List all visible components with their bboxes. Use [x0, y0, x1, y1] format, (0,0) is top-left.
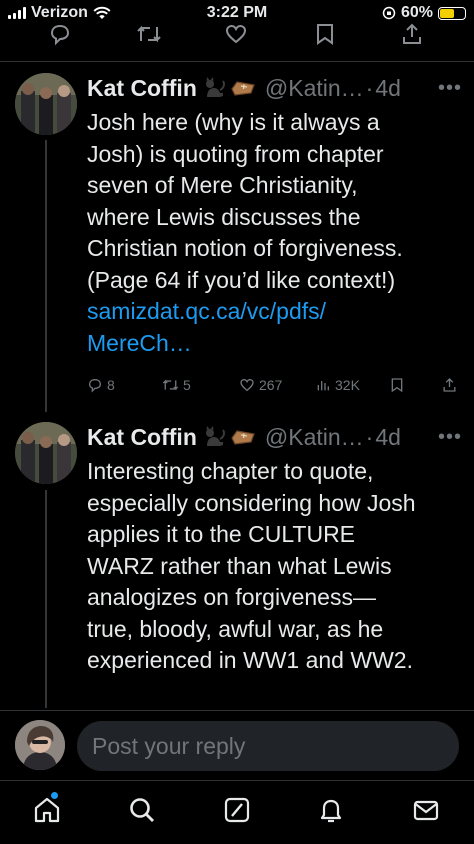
like-button[interactable]: 267 — [239, 377, 282, 393]
handle[interactable]: @Katin… — [265, 75, 364, 102]
tweet-text: Josh here (why is it always a Josh) is q… — [87, 107, 459, 359]
separator: · — [365, 423, 374, 450]
black-cat-icon — [205, 77, 225, 97]
reply-button[interactable]: 8 — [87, 377, 115, 393]
text-line: true, bloody, awful war, as he — [87, 615, 384, 642]
repost-button[interactable]: 5 — [162, 377, 191, 393]
text-line: applies it to the CULTURE — [87, 521, 356, 547]
battery-icon — [438, 6, 466, 20]
share-button[interactable] — [442, 377, 457, 393]
views-icon — [317, 381, 329, 391]
repost-icon — [162, 379, 179, 391]
text-line: analogizes on forgiveness— — [87, 584, 376, 610]
coffin-icon — [231, 430, 255, 445]
text-line: especially considering how Josh — [87, 489, 416, 516]
tweet-header: Kat Coffin @Katin… · 4d ••• — [87, 422, 462, 452]
tab-notifications[interactable] — [311, 795, 351, 829]
display-name[interactable]: Kat Coffin — [87, 424, 197, 451]
bookmark-icon — [391, 378, 403, 393]
like-icon[interactable] — [224, 22, 248, 51]
tweet-link[interactable]: samizdat.qc.ca/vc/pdfs/ MereCh… — [87, 296, 459, 359]
link-line[interactable]: MereCh… — [87, 328, 459, 360]
grok-icon — [224, 797, 250, 823]
like-icon — [240, 378, 254, 392]
text-line: where Lewis discusses the — [87, 203, 361, 230]
text-line: Christian notion of forgiveness. — [87, 235, 403, 261]
reply-input[interactable]: Post your reply — [77, 721, 459, 771]
like-count: 267 — [259, 377, 283, 393]
home-icon — [32, 792, 62, 829]
views-button[interactable]: 32K — [315, 377, 360, 393]
text-line: WARZ rather than what Lewis — [87, 552, 392, 579]
tab-search[interactable] — [122, 795, 162, 829]
name-emoji — [203, 76, 257, 100]
tweet-header: Kat Coffin @Katin… · 4d ••• — [87, 73, 462, 103]
reply-icon[interactable] — [48, 22, 72, 51]
display-name[interactable]: Kat Coffin — [87, 75, 197, 102]
link-line[interactable]: samizdat.qc.ca/vc/pdfs/ — [87, 296, 459, 328]
views-count: 32K — [335, 377, 360, 393]
handle[interactable]: @Katin… — [265, 424, 364, 451]
previous-tweet-actions — [0, 22, 474, 52]
share-icon — [443, 378, 456, 392]
thread-line — [45, 490, 47, 708]
notifications-icon — [320, 799, 342, 823]
text-line: Josh here (why is it always a — [87, 109, 380, 135]
divider — [0, 710, 474, 711]
text-line: seven of Mere Christianity, — [87, 172, 358, 198]
timestamp[interactable]: 4d — [375, 424, 401, 451]
more-icon[interactable]: ••• — [438, 426, 462, 449]
tweet-actions: 8 5 267 32K — [87, 377, 457, 399]
tab-home[interactable] — [27, 792, 67, 829]
bookmark-button[interactable] — [390, 377, 404, 393]
reply-icon — [88, 378, 102, 393]
divider — [0, 61, 474, 62]
reply-count: 8 — [107, 377, 115, 393]
repost-count: 5 — [183, 377, 191, 393]
bottom-tab-bar — [0, 780, 474, 844]
thread-line — [45, 140, 47, 412]
bookmark-icon[interactable] — [315, 22, 335, 51]
timestamp[interactable]: 4d — [375, 75, 401, 102]
text-line: Interesting chapter to quote, — [87, 458, 374, 484]
text-line: experienced in WW1 and WW2. — [87, 647, 413, 673]
share-icon[interactable] — [401, 22, 423, 51]
repost-icon[interactable] — [136, 22, 162, 51]
tab-grok[interactable] — [217, 795, 257, 829]
orientation-lock-icon — [382, 6, 396, 20]
my-avatar[interactable] — [15, 720, 65, 770]
black-cat-icon — [205, 426, 225, 446]
tweet-text: Interesting chapter to quote, especially… — [87, 456, 459, 677]
name-emoji — [203, 425, 257, 449]
more-icon[interactable]: ••• — [438, 77, 462, 100]
separator: · — [365, 74, 374, 101]
text-line: (Page 64 if you’d like context!) — [87, 266, 396, 293]
battery-group: 60% — [382, 4, 466, 22]
coffin-icon — [231, 81, 255, 96]
search-icon — [130, 798, 154, 822]
tab-messages[interactable] — [406, 795, 446, 829]
battery-fill — [440, 8, 455, 18]
unread-dot — [51, 792, 58, 799]
messages-icon — [413, 800, 439, 821]
battery-percent: 60% — [400, 4, 433, 21]
avatar[interactable] — [15, 73, 77, 135]
text-line: Josh) is quoting from chapter — [87, 140, 384, 167]
reply-composer: Post your reply — [0, 712, 474, 780]
avatar[interactable] — [15, 422, 77, 484]
